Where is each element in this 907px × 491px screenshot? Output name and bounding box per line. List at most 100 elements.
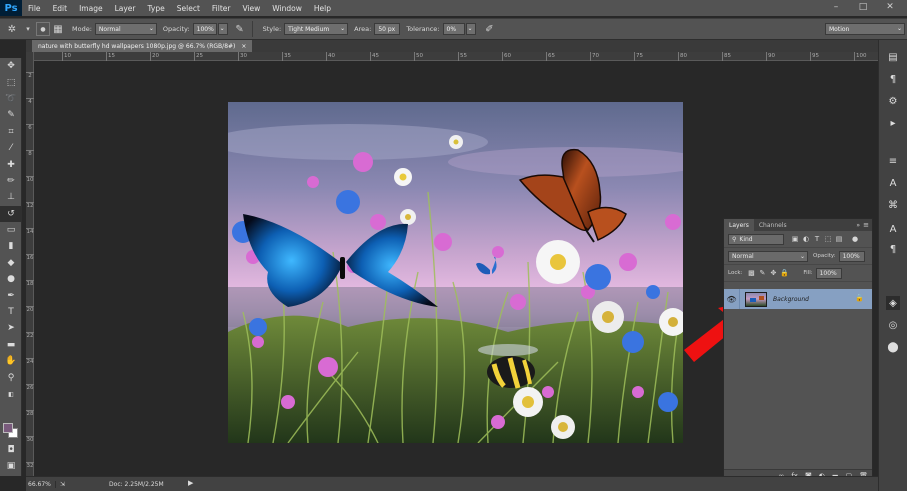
paragraph-panel-icon[interactable]: ¶ (886, 242, 900, 256)
workspace-select[interactable]: Motion ⌄ (825, 23, 905, 35)
opacity-dropdown[interactable]: ⌄ (217, 23, 228, 35)
style-select[interactable]: Tight Medium ⌄ (284, 23, 349, 35)
tab-layers[interactable]: Layers (724, 219, 754, 231)
ruler-tick-label: 18 (26, 280, 34, 287)
lock-all-icon[interactable]: 🔒 (779, 268, 789, 278)
menu-item-type[interactable]: Type (142, 4, 171, 13)
panel-menu-icon[interactable]: ≡ (863, 221, 869, 229)
lock-position-icon[interactable]: ✥ (768, 268, 778, 278)
screen-mode-icon[interactable]: ▣ (0, 458, 22, 474)
opacity-field[interactable]: 100% (192, 23, 217, 35)
pressure-icon[interactable]: ✎ (232, 21, 248, 37)
zoom-tool-icon[interactable]: ⚲ (0, 369, 22, 385)
properties-panel-icon[interactable]: ¶ (886, 72, 900, 86)
filter-smart-object-icon[interactable]: ▤ (834, 234, 844, 244)
quick-selection-tool-icon[interactable]: ✎ (0, 107, 22, 123)
history-brush-tool-icon[interactable]: ↺ (0, 205, 22, 222)
menu-item-help[interactable]: Help (308, 4, 337, 13)
menu-item-layer[interactable]: Layer (109, 4, 142, 13)
type-tool-icon[interactable]: T (0, 304, 22, 320)
actions-panel-icon[interactable]: ▸ (886, 116, 900, 130)
menu-bar: Ps File Edit Image Layer Type Select Filter Vie… (0, 0, 907, 16)
collapse-icon[interactable]: » (856, 222, 860, 229)
document-tab[interactable]: nature with butterfly hd wallpapers 1080… (32, 40, 253, 52)
hand-tool-icon[interactable]: ✋ (0, 353, 22, 369)
lock-icon[interactable]: 🔒 (855, 294, 864, 302)
lock-image-icon[interactable]: ✎ (757, 268, 767, 278)
status-menu-icon[interactable]: ▶ (188, 479, 193, 487)
minimize-icon[interactable]: – (825, 0, 847, 14)
marquee-tool-icon[interactable]: ⬚ (0, 74, 22, 90)
filter-adjustment-icon[interactable]: ◐ (801, 234, 811, 244)
menu-item-file[interactable]: File (22, 4, 47, 13)
layers-panel-icon[interactable]: ◈ (886, 296, 900, 310)
ruler-tick-label: 70 (590, 52, 599, 61)
eye-icon[interactable]: 👁 (724, 289, 740, 309)
default-colors-icon[interactable]: ◧ (0, 386, 22, 402)
tolerance-field[interactable]: 0% (442, 23, 465, 35)
channels-panel-icon[interactable]: ◎ (886, 318, 900, 332)
layer-name[interactable]: Background (773, 296, 809, 303)
history-panel-icon[interactable]: ▤ (886, 50, 900, 64)
lasso-tool-icon[interactable]: ➰ (0, 91, 22, 107)
magic-wand-tool-icon[interactable]: ✲ (4, 21, 20, 37)
eraser-tool-icon[interactable]: ▭ (0, 222, 22, 238)
close-tab-icon[interactable]: × (241, 43, 246, 50)
area-field[interactable]: 50 px (374, 23, 401, 35)
menu-item-select[interactable]: Select (171, 4, 206, 13)
filter-toggle-icon[interactable]: ● (850, 234, 860, 244)
brush-size-icon[interactable]: ● (36, 22, 50, 36)
styles-panel-icon[interactable]: A (886, 222, 900, 236)
tool-preset-dropdown-icon[interactable]: ▾ (20, 21, 36, 37)
tab-channels[interactable]: Channels (754, 219, 792, 231)
pen-tool-icon[interactable]: ✒ (0, 287, 22, 303)
gradient-tool-icon[interactable]: ▮ (0, 238, 22, 254)
maximize-icon[interactable]: □ (852, 0, 874, 14)
clone-source-icon[interactable]: ⌘ (886, 198, 900, 212)
document-image[interactable] (228, 102, 683, 443)
shape-tool-icon[interactable]: ▬ (0, 337, 22, 353)
character-panel-icon[interactable]: A (886, 176, 900, 190)
menu-item-view[interactable]: View (236, 4, 266, 13)
healing-brush-tool-icon[interactable]: ✚ (0, 156, 22, 172)
paths-panel-icon[interactable]: ⬤ (886, 340, 900, 354)
ruler-tick-label: 32 (26, 462, 34, 469)
move-tool-icon[interactable]: ✥ (0, 58, 22, 74)
crop-tool-icon[interactable]: ⌗ (0, 124, 22, 140)
adjustments-panel-icon[interactable]: ⚙ (886, 94, 900, 108)
tolerance-dropdown[interactable]: ⌄ (465, 23, 476, 35)
filter-pixel-icon[interactable]: ▣ (790, 234, 800, 244)
filter-type-icon[interactable]: T (812, 234, 822, 244)
zoom-level[interactable]: 66.67% (26, 480, 56, 488)
menu-item-edit[interactable]: Edit (47, 4, 74, 13)
layer-thumbnail[interactable] (745, 291, 767, 307)
ruler-tick-label: 75 (634, 52, 643, 61)
close-icon[interactable]: ✕ (879, 0, 901, 14)
area-label: Area: (354, 25, 372, 33)
blend-mode-select[interactable]: Normal ⌄ (728, 250, 808, 262)
pressure-size-icon[interactable]: ✐ (482, 21, 498, 37)
filter-shape-icon[interactable]: ⬚ (823, 234, 833, 244)
brush-panel-icon[interactable]: ▦ (50, 21, 66, 37)
clone-stamp-tool-icon[interactable]: ⊥ (0, 189, 22, 205)
menu-item-image[interactable]: Image (73, 4, 109, 13)
layer-filter-select[interactable]: ⚲ Kind (728, 233, 784, 245)
opacity-label: Opacity: (162, 25, 190, 33)
quick-mask-icon[interactable]: ◘ (0, 442, 22, 458)
brush-presets-icon[interactable]: ≡ (886, 154, 900, 168)
menu-item-filter[interactable]: Filter (206, 4, 237, 13)
path-selection-tool-icon[interactable]: ➤ (0, 320, 22, 336)
lock-transparent-icon[interactable]: ▩ (746, 268, 756, 278)
eyedropper-tool-icon[interactable]: ⁄ (0, 140, 22, 156)
layer-filter-row: ⚲ Kind ▣ ◐ T ⬚ ▤ ● (724, 231, 872, 248)
mode-select[interactable]: Normal ⌄ (94, 23, 157, 35)
dodge-tool-icon[interactable]: ● (0, 271, 22, 287)
layer-opacity-field[interactable]: 100% (838, 250, 865, 262)
foreground-color-swatch[interactable] (3, 423, 13, 433)
blur-tool-icon[interactable]: ◆ (0, 255, 22, 271)
menu-item-window[interactable]: Window (266, 4, 308, 13)
chevron-down-icon: ⌄ (148, 25, 154, 32)
fill-field[interactable]: 100% (815, 267, 842, 279)
brush-tool-icon[interactable]: ✏ (0, 173, 22, 189)
layer-row-background[interactable]: 👁 Background 🔒 (724, 289, 872, 309)
